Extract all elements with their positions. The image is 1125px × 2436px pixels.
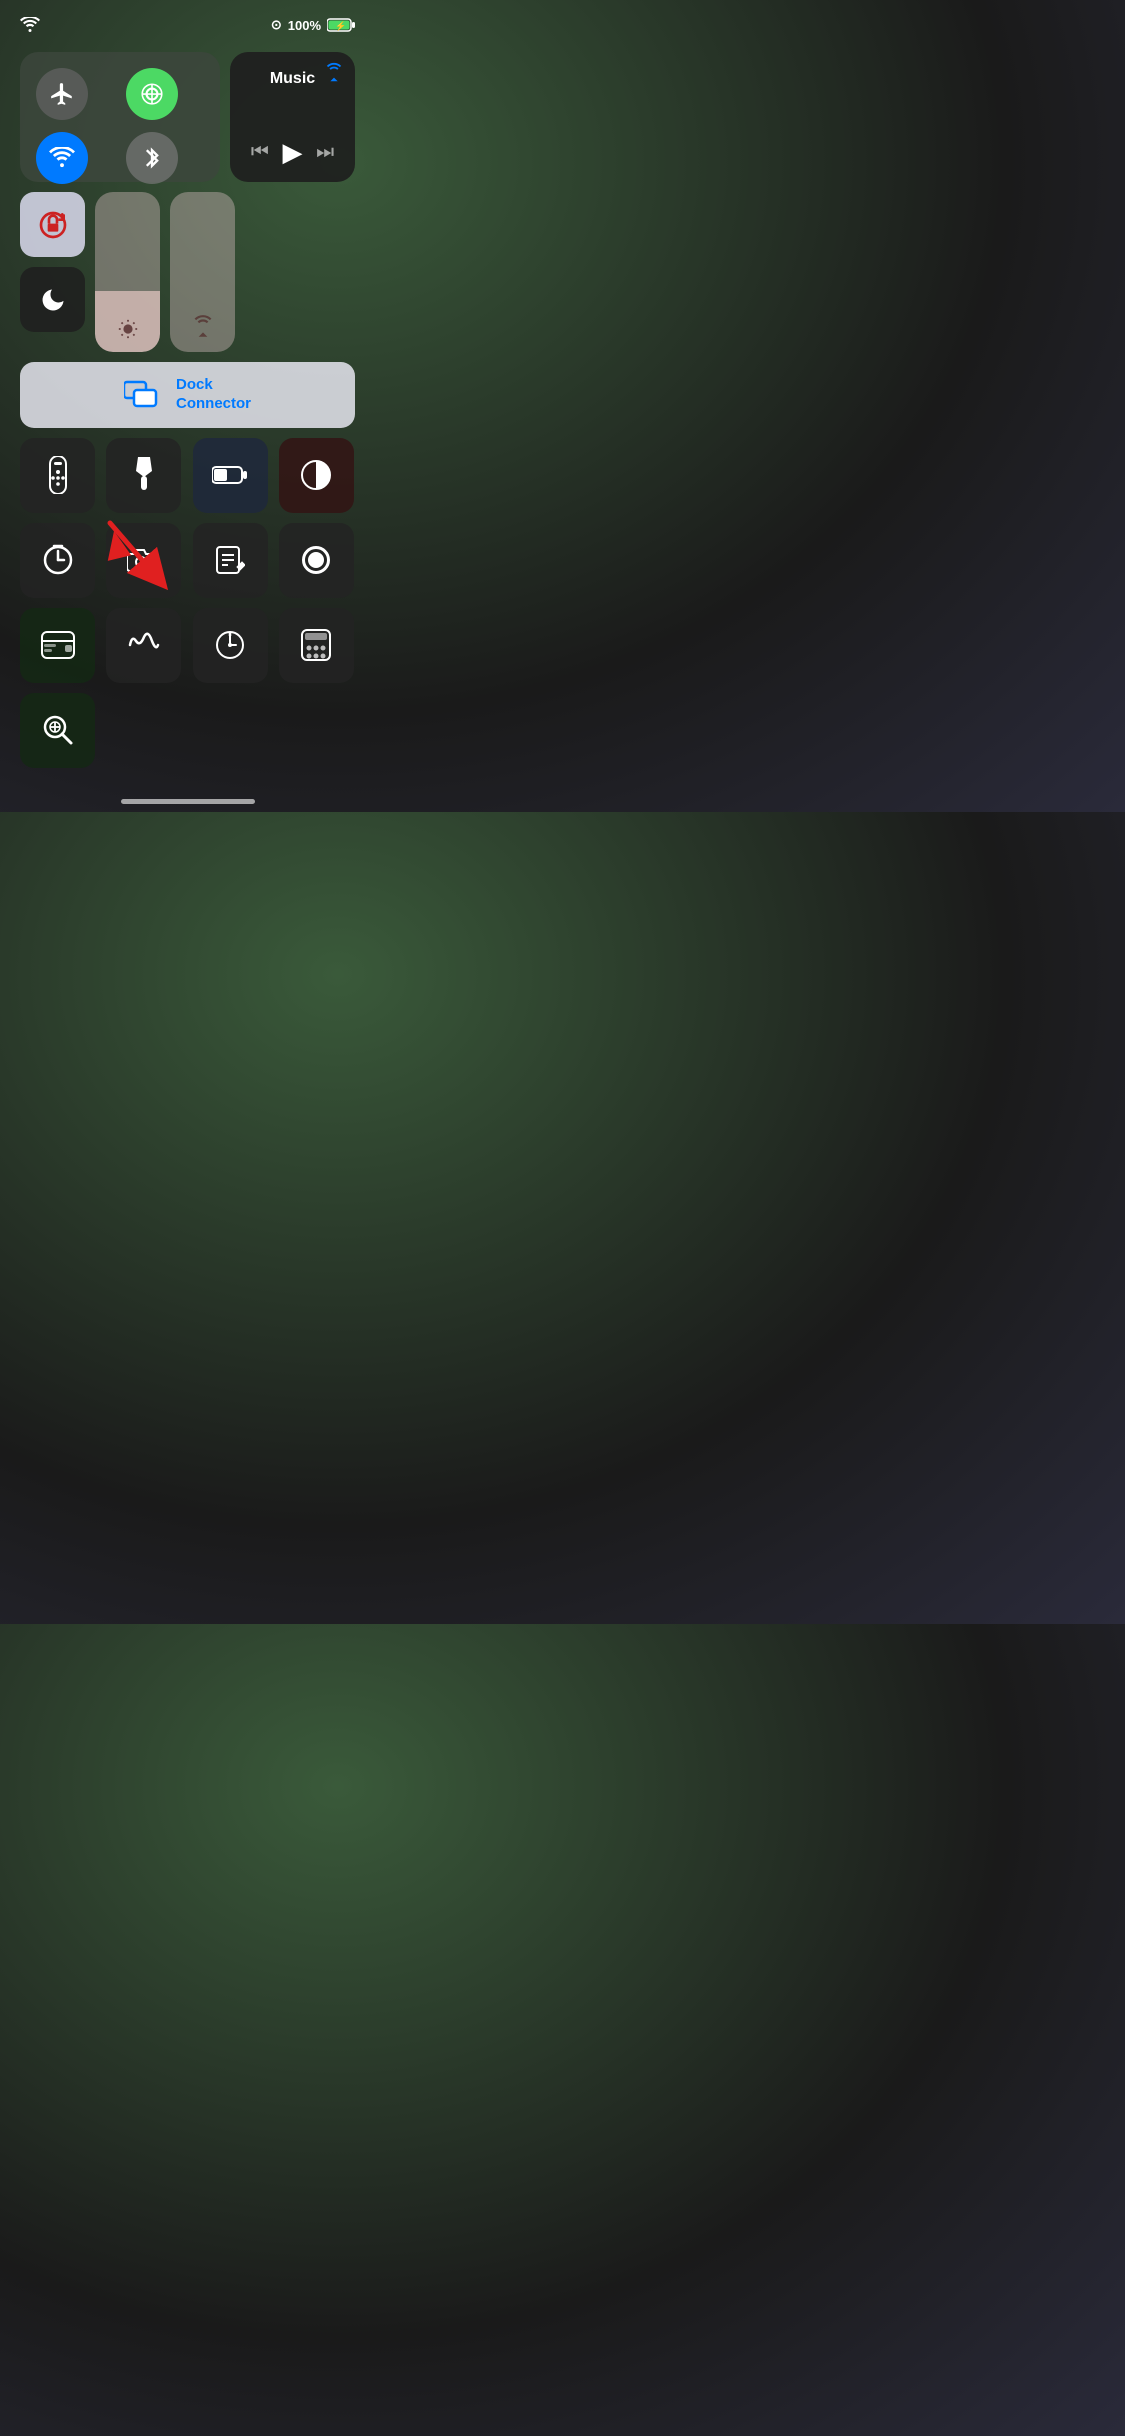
do-not-disturb-button[interactable] — [20, 267, 85, 332]
status-bar: ⊙ 100% ⚡ — [0, 0, 375, 44]
row-network-music: Music ⏮ ▶ ⏭ — [20, 52, 355, 182]
screen-record-button[interactable] — [279, 523, 354, 598]
app-row-2 — [20, 523, 355, 598]
rewind-button[interactable]: ⏮ — [251, 141, 269, 164]
flashlight-button[interactable] — [106, 438, 181, 513]
dock-connector-label: Dock Connector — [176, 376, 251, 414]
wifi-icon — [20, 17, 40, 33]
fast-forward-button[interactable]: ⏭ — [316, 141, 334, 164]
status-right: ⊙ 100% ⚡ — [271, 17, 355, 33]
wallet-button[interactable] — [20, 608, 95, 683]
dock-connector-button[interactable]: Dock Connector — [20, 362, 355, 428]
bluetooth-button[interactable] — [126, 132, 178, 184]
battery-icon: ⚡ — [327, 18, 355, 32]
app-row-4 — [20, 693, 355, 768]
timer-button[interactable] — [20, 523, 95, 598]
remote-button[interactable] — [20, 438, 95, 513]
low-power-button[interactable] — [193, 438, 268, 513]
screen-lock-button[interactable] — [20, 192, 85, 257]
airplane-mode-button[interactable] — [36, 68, 88, 120]
magnifier-button[interactable] — [20, 693, 95, 768]
network-panel — [20, 52, 220, 182]
music-panel: Music ⏮ ▶ ⏭ — [230, 52, 355, 182]
notes-button[interactable] — [193, 523, 268, 598]
calculator-button[interactable] — [279, 608, 354, 683]
toggle-buttons — [20, 192, 85, 332]
play-button[interactable]: ▶ — [282, 137, 302, 168]
lock-icon: ⊙ — [271, 17, 282, 33]
control-center-content: Music ⏮ ▶ ⏭ — [0, 44, 375, 776]
volume-slider[interactable] — [170, 192, 235, 352]
row-toggles-sliders — [20, 192, 355, 352]
camera-button[interactable] — [106, 523, 181, 598]
home-indicator — [121, 799, 255, 804]
app-row-3 — [20, 608, 355, 683]
app-row-1 — [20, 438, 355, 513]
sound-recognition-button[interactable] — [106, 608, 181, 683]
wifi-button[interactable] — [36, 132, 88, 184]
brightness-slider[interactable] — [95, 192, 160, 352]
svg-text:⚡: ⚡ — [335, 20, 346, 32]
clock-button[interactable] — [193, 608, 268, 683]
battery-percent: 100% — [288, 18, 321, 33]
dark-mode-button[interactable] — [279, 438, 354, 513]
cellular-button[interactable] — [126, 68, 178, 120]
dock-connector-icon — [124, 378, 164, 412]
status-left — [20, 17, 40, 33]
airplay-button[interactable] — [323, 62, 345, 89]
music-controls: ⏮ ▶ ⏭ — [244, 137, 341, 168]
